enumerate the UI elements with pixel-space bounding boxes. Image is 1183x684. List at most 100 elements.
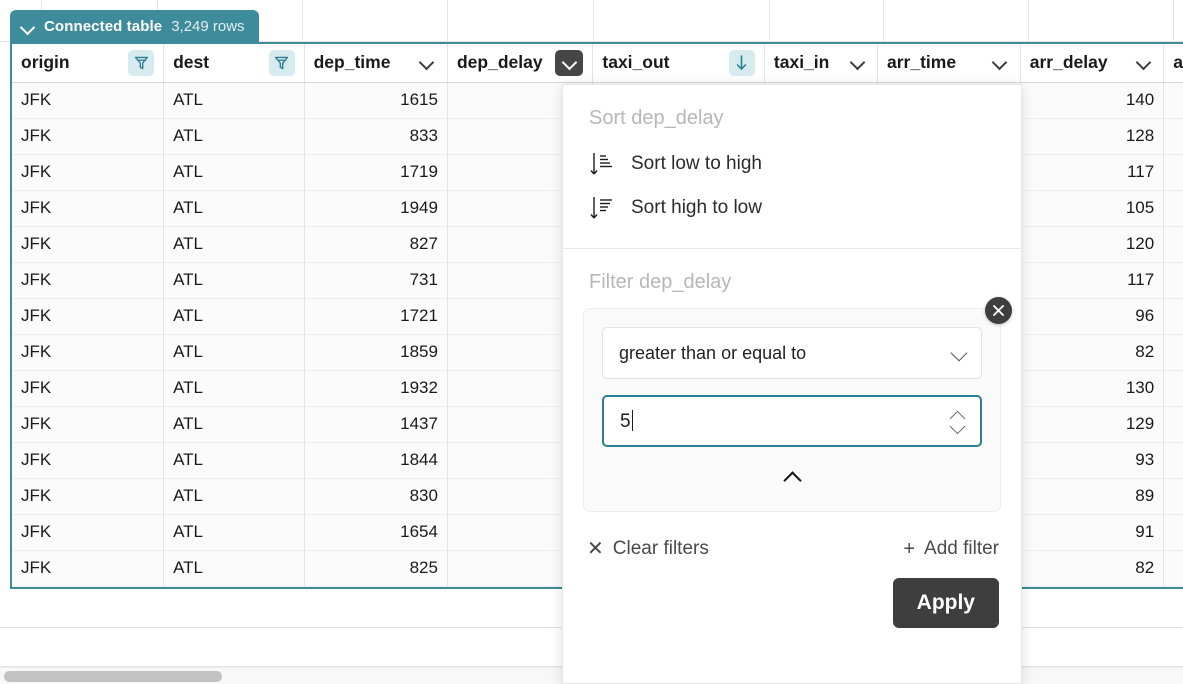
cell-dest[interactable]: ATL (164, 298, 305, 334)
cell-arr_delay[interactable]: 140 (1020, 82, 1163, 118)
column-header-dest[interactable]: dest (164, 44, 305, 82)
filter-operator-select[interactable]: greater than or equal to (602, 327, 982, 379)
column-header-partial[interactable]: a (1164, 44, 1183, 82)
cell-partial[interactable] (1164, 118, 1183, 154)
column-header-arr_delay[interactable]: arr_delay (1020, 44, 1163, 82)
chevron-down-icon[interactable] (1132, 52, 1154, 74)
cell-dest[interactable]: ATL (164, 514, 305, 550)
cell-dest[interactable]: ATL (164, 82, 305, 118)
chevron-down-icon[interactable] (416, 52, 438, 74)
cell-dep_time[interactable]: 1719 (304, 154, 447, 190)
cell-arr_delay[interactable]: 82 (1020, 334, 1163, 370)
cell-arr_delay[interactable]: 91 (1020, 514, 1163, 550)
column-header-arr_time[interactable]: arr_time (878, 44, 1021, 82)
connected-table-badge[interactable]: Connected table 3,249 rows (10, 10, 259, 42)
cell-partial[interactable] (1164, 370, 1183, 406)
cell-partial[interactable] (1164, 478, 1183, 514)
add-filter-button[interactable]: + Add filter (903, 538, 999, 560)
cell-dest[interactable]: ATL (164, 118, 305, 154)
cell-dest[interactable]: ATL (164, 226, 305, 262)
cell-dest[interactable]: ATL (164, 442, 305, 478)
column-header-taxi_out[interactable]: taxi_out (593, 44, 765, 82)
filter-funnel-icon[interactable] (128, 50, 154, 76)
cell-partial[interactable] (1164, 442, 1183, 478)
cell-origin[interactable]: JFK (12, 262, 164, 298)
cell-dest[interactable]: ATL (164, 334, 305, 370)
sort-descending-arrow-icon[interactable] (729, 50, 755, 76)
sort-high-to-low-option[interactable]: Sort high to low (563, 186, 1021, 230)
chevron-down-icon[interactable] (555, 50, 583, 76)
cell-partial[interactable] (1164, 262, 1183, 298)
apply-button[interactable]: Apply (893, 578, 999, 628)
filter-funnel-icon[interactable] (269, 50, 295, 76)
cell-dep_time[interactable]: 1932 (304, 370, 447, 406)
chevron-down-icon[interactable] (952, 328, 967, 378)
cell-arr_delay[interactable]: 128 (1020, 118, 1163, 154)
cell-origin[interactable]: JFK (12, 154, 164, 190)
cell-dest[interactable]: ATL (164, 262, 305, 298)
cell-arr_delay[interactable]: 117 (1020, 262, 1163, 298)
filter-collapse-toggle[interactable] (602, 457, 982, 497)
cell-dep_time[interactable]: 1949 (304, 190, 447, 226)
column-header-origin[interactable]: origin (12, 44, 164, 82)
cell-partial[interactable] (1164, 190, 1183, 226)
close-icon[interactable] (985, 297, 1012, 324)
cell-arr_delay[interactable]: 96 (1020, 298, 1163, 334)
cell-partial[interactable] (1164, 82, 1183, 118)
cell-partial[interactable] (1164, 514, 1183, 550)
cell-partial[interactable] (1164, 154, 1183, 190)
cell-dest[interactable]: ATL (164, 190, 305, 226)
cell-arr_delay[interactable]: 129 (1020, 406, 1163, 442)
cell-dest[interactable]: ATL (164, 370, 305, 406)
cell-dep_time[interactable]: 1721 (304, 298, 447, 334)
cell-partial[interactable] (1164, 550, 1183, 586)
cell-dest[interactable]: ATL (164, 550, 305, 586)
cell-origin[interactable]: JFK (12, 226, 164, 262)
filter-value-input[interactable]: 5 (602, 395, 982, 447)
cell-dest[interactable]: ATL (164, 154, 305, 190)
cell-dep_time[interactable]: 1859 (304, 334, 447, 370)
cell-partial[interactable] (1164, 406, 1183, 442)
cell-partial[interactable] (1164, 298, 1183, 334)
cell-arr_delay[interactable]: 82 (1020, 550, 1163, 586)
cell-dest[interactable]: ATL (164, 478, 305, 514)
cell-dep_time[interactable]: 830 (304, 478, 447, 514)
cell-dest[interactable]: ATL (164, 406, 305, 442)
cell-origin[interactable]: JFK (12, 550, 164, 586)
cell-arr_delay[interactable]: 120 (1020, 226, 1163, 262)
column-header-dep_time[interactable]: dep_time (304, 44, 447, 82)
cell-arr_delay[interactable]: 105 (1020, 190, 1163, 226)
cell-origin[interactable]: JFK (12, 514, 164, 550)
cell-dep_time[interactable]: 1437 (304, 406, 447, 442)
cell-dep_time[interactable]: 827 (304, 226, 447, 262)
cell-dep_time[interactable]: 1654 (304, 514, 447, 550)
cell-origin[interactable]: JFK (12, 298, 164, 334)
chevron-up-icon[interactable] (950, 410, 966, 419)
chevron-down-icon[interactable] (21, 19, 35, 33)
chevron-up-icon[interactable] (783, 470, 801, 484)
cell-arr_delay[interactable]: 89 (1020, 478, 1163, 514)
cell-arr_delay[interactable]: 130 (1020, 370, 1163, 406)
cell-origin[interactable]: JFK (12, 370, 164, 406)
cell-arr_delay[interactable]: 93 (1020, 442, 1163, 478)
clear-filters-button[interactable]: ✕ Clear filters (587, 538, 709, 560)
cell-origin[interactable]: JFK (12, 406, 164, 442)
sort-low-to-high-option[interactable]: Sort low to high (563, 142, 1021, 186)
cell-partial[interactable] (1164, 226, 1183, 262)
cell-dep_time[interactable]: 731 (304, 262, 447, 298)
cell-origin[interactable]: JFK (12, 442, 164, 478)
column-header-dep_delay[interactable]: dep_delay (447, 44, 592, 82)
chevron-down-icon[interactable] (846, 52, 868, 74)
cell-origin[interactable]: JFK (12, 478, 164, 514)
cell-origin[interactable]: JFK (12, 334, 164, 370)
cell-partial[interactable] (1164, 334, 1183, 370)
cell-arr_delay[interactable]: 117 (1020, 154, 1163, 190)
cell-dep_time[interactable]: 1615 (304, 82, 447, 118)
cell-dep_time[interactable]: 1844 (304, 442, 447, 478)
column-header-taxi_in[interactable]: taxi_in (764, 44, 877, 82)
cell-origin[interactable]: JFK (12, 190, 164, 226)
scrollbar-thumb[interactable] (4, 671, 222, 682)
cell-dep_time[interactable]: 825 (304, 550, 447, 586)
cell-origin[interactable]: JFK (12, 82, 164, 118)
cell-dep_time[interactable]: 833 (304, 118, 447, 154)
